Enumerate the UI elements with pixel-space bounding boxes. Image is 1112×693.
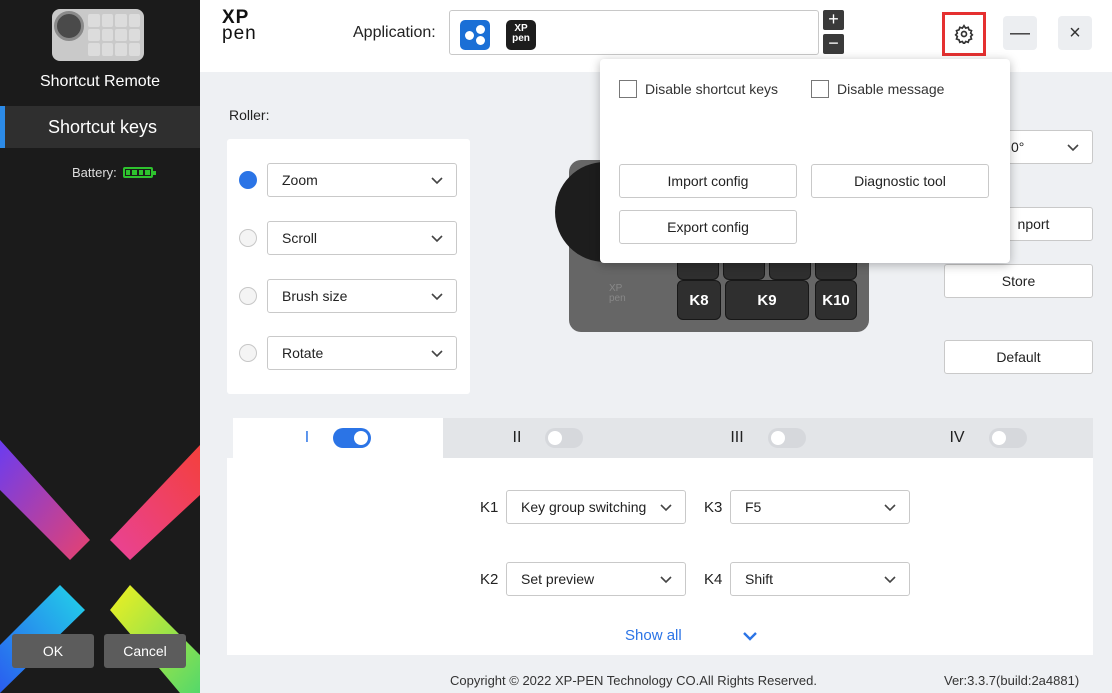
roller-label: Roller: <box>229 107 270 123</box>
device-thumbnail <box>52 9 144 61</box>
key-label: K1 <box>480 498 499 516</box>
device-name: Shortcut Remote <box>39 73 161 90</box>
chevron-down-icon <box>660 504 672 512</box>
application-label: Application: <box>353 24 436 41</box>
chevron-down-icon <box>1067 144 1079 152</box>
gear-icon <box>954 24 974 44</box>
roller-radio[interactable] <box>239 344 257 362</box>
chevron-down-icon <box>884 576 896 584</box>
key-assignments-panel <box>227 458 1093 655</box>
chevron-down-icon <box>884 504 896 512</box>
disable-shortcut-keys-checkbox[interactable]: Disable shortcut keys <box>619 80 778 98</box>
chevron-down-icon <box>431 235 443 243</box>
tab-group-3[interactable]: III <box>663 418 873 458</box>
disable-message-checkbox[interactable]: Disable message <box>811 80 944 98</box>
key-row-k1: K1 Key group switching <box>480 490 686 524</box>
roller-panel: Zoom Scroll Brush size Rotate <box>227 139 470 394</box>
group-2-toggle[interactable] <box>545 428 584 448</box>
key-k1-select[interactable]: Key group switching <box>506 490 686 524</box>
roller-option-scroll[interactable]: Scroll <box>239 221 457 255</box>
group-3-toggle[interactable] <box>767 428 806 448</box>
version-text: Ver:3.3.7(build:2a4881) <box>944 673 1080 688</box>
tab-group-4[interactable]: IV <box>883 418 1093 458</box>
checkbox-box[interactable] <box>811 80 829 98</box>
roller-select[interactable]: Zoom <box>267 163 457 197</box>
ok-button[interactable]: OK <box>12 634 94 668</box>
show-all-link[interactable]: Show all <box>625 627 682 644</box>
chevron-down-icon[interactable] <box>741 628 759 644</box>
battery-icon <box>122 167 156 178</box>
key-k3-select[interactable]: F5 <box>730 490 910 524</box>
group-4-toggle[interactable] <box>988 428 1027 448</box>
minimize-button[interactable]: — <box>1003 16 1037 50</box>
checkbox-box[interactable] <box>619 80 637 98</box>
roller-radio[interactable] <box>239 229 257 247</box>
settings-button[interactable] <box>942 12 986 56</box>
add-application-button[interactable]: + <box>823 10 844 30</box>
sidebar: Shortcut Remote Shortcut keys Battery: O… <box>0 0 200 693</box>
key-label: K2 <box>480 570 499 588</box>
tab-group-2[interactable]: II <box>443 418 653 458</box>
key-k2-select[interactable]: Set preview <box>506 562 686 596</box>
chevron-down-icon <box>660 576 672 584</box>
application-list[interactable]: XP pen <box>449 10 819 55</box>
remove-application-button[interactable]: − <box>823 34 844 54</box>
chevron-down-icon <box>431 350 443 358</box>
export-config-button[interactable]: Export config <box>619 210 797 244</box>
key-group-tabs: I II III IV <box>233 418 1093 458</box>
key-row-k3: K3 F5 <box>704 490 910 524</box>
battery-label: Battery: <box>72 165 117 180</box>
key-k4-select[interactable]: Shift <box>730 562 910 596</box>
device-key-k10[interactable]: K10 <box>815 280 857 320</box>
battery-status: Battery: <box>72 165 156 180</box>
xppen-app-icon[interactable]: XP pen <box>506 20 536 50</box>
sidebar-item-shortcut-keys[interactable]: Shortcut keys <box>0 106 200 148</box>
device-logo: XP pen <box>609 283 626 304</box>
roller-radio[interactable] <box>239 287 257 305</box>
cancel-button[interactable]: Cancel <box>104 634 186 668</box>
device-key-k8[interactable]: K8 <box>677 280 721 320</box>
roller-select[interactable]: Rotate <box>267 336 457 370</box>
settings-popup: Disable shortcut keys Disable message Im… <box>600 59 1010 263</box>
store-button[interactable]: Store <box>944 264 1093 298</box>
device-key-k9[interactable]: K9 <box>725 280 809 320</box>
roller-select[interactable]: Brush size <box>267 279 457 313</box>
global-app-icon[interactable] <box>460 20 490 50</box>
import-config-button[interactable]: Import config <box>619 164 797 198</box>
default-button[interactable]: Default <box>944 340 1093 374</box>
xppen-logo: XP pen <box>222 7 257 44</box>
group-1-toggle[interactable] <box>333 428 372 448</box>
key-label: K4 <box>704 570 723 588</box>
roller-select[interactable]: Scroll <box>267 221 457 255</box>
key-row-k2: K2 Set preview <box>480 562 686 596</box>
chevron-down-icon <box>431 293 443 301</box>
key-label: K3 <box>704 498 723 516</box>
copyright-text: Copyright © 2022 XP-PEN Technology CO.Al… <box>450 673 818 688</box>
tab-group-1[interactable]: I <box>233 418 443 458</box>
key-row-k4: K4 Shift <box>704 562 910 596</box>
close-button[interactable]: × <box>1058 16 1092 50</box>
roller-option-brush-size[interactable]: Brush size <box>239 279 457 313</box>
roller-option-zoom[interactable]: Zoom <box>239 163 457 197</box>
roller-option-rotate[interactable]: Rotate <box>239 336 457 370</box>
roller-radio[interactable] <box>239 171 257 189</box>
diagnostic-tool-button[interactable]: Diagnostic tool <box>811 164 989 198</box>
chevron-down-icon <box>431 177 443 185</box>
